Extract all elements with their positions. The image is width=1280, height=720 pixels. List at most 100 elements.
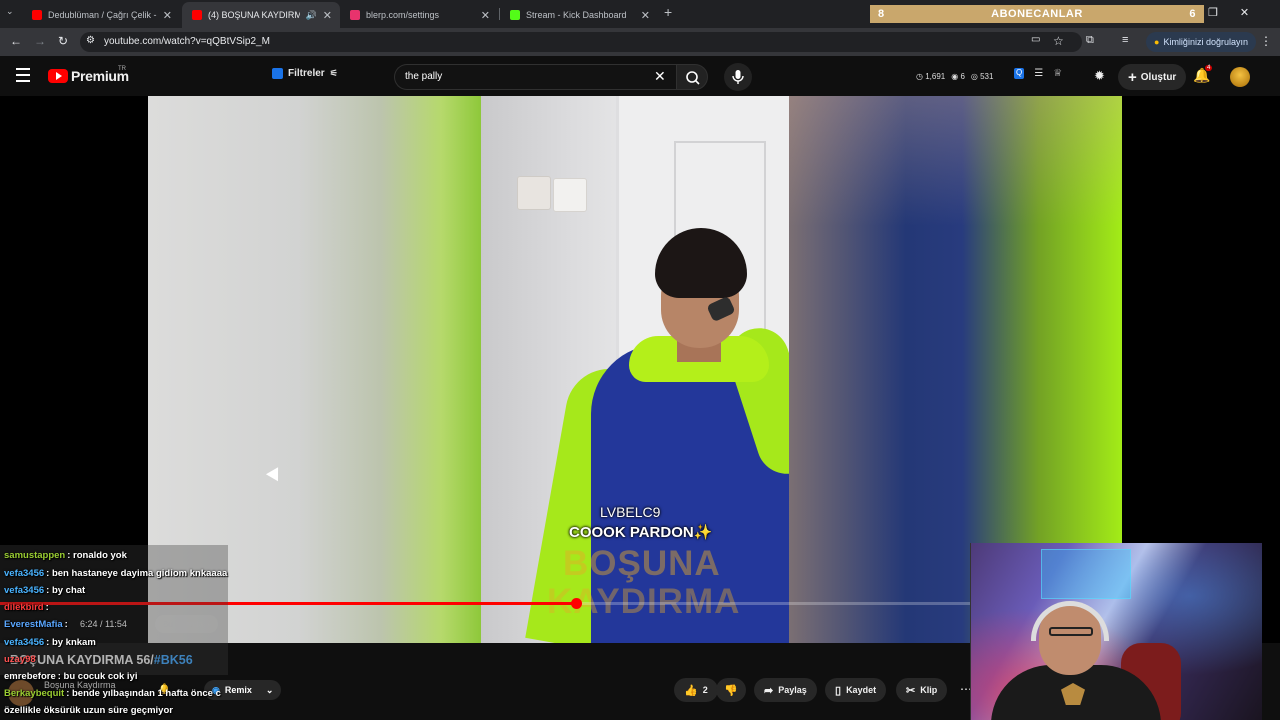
country-code: TR — [118, 66, 126, 72]
share-arrow-icon: ➦ — [764, 684, 774, 697]
identity-label: Kimliğinizi doğrulayın — [1163, 37, 1248, 47]
voice-search-button[interactable] — [724, 63, 752, 91]
forward-arrow-icon[interactable]: → — [34, 34, 46, 48]
video-watermark-line-1: BOŞUNA — [563, 544, 721, 583]
clear-search-icon[interactable]: ✕ — [654, 68, 666, 85]
sliders-icon: ⚟ — [329, 68, 338, 78]
studio-gear-icon[interactable]: ✹ — [1094, 68, 1105, 84]
video-caption-line-1: LVBELC9 — [600, 504, 661, 520]
browser-tab-active[interactable]: (4) BOŞUNA KAYDIRMA 56 🔊 ✕ — [182, 2, 340, 28]
extension-icon — [272, 68, 283, 79]
chat-message: özellikle öksürük uzun süre geçmiyor — [4, 705, 173, 716]
chat-text: : — [64, 619, 68, 630]
bookmark-star-icon[interactable]: ☆ — [1053, 34, 1064, 48]
close-window-icon[interactable]: ✕ — [1240, 6, 1249, 19]
browser-tab[interactable]: Dedublüman / Çağrı Çelik - Ga ✕ — [22, 2, 180, 28]
save-button[interactable]: ▯ Kaydet — [825, 678, 887, 702]
chat-username: Berkaybequit — [4, 688, 65, 699]
chat-message: vefa3456: by chat — [4, 585, 85, 596]
extension-q-icon[interactable]: Q — [1014, 68, 1025, 79]
create-button[interactable]: + Oluştur — [1118, 64, 1187, 90]
search-query[interactable]: the pally — [405, 71, 442, 82]
tab-close-icon[interactable]: ✕ — [323, 9, 332, 22]
tab-close-icon[interactable]: ✕ — [481, 9, 490, 22]
media-controls-icon[interactable]: ≡ — [1122, 34, 1128, 46]
goal-current-value: 8 — [878, 8, 885, 20]
account-avatar[interactable] — [1230, 67, 1250, 87]
chat-text: : ben hastaneye dayima gidiom knkaaaa — [46, 568, 228, 579]
award-icon[interactable]: ♕ — [1053, 68, 1062, 79]
reload-icon[interactable]: ↻ — [58, 34, 68, 48]
chat-text: : by knkam — [46, 637, 96, 648]
stat-value: 6 — [960, 72, 965, 81]
site-info-icon[interactable]: ⚙ — [86, 35, 95, 46]
stat-value: 531 — [980, 72, 994, 81]
tab-title: (4) BOŞUNA KAYDIRMA 56 — [208, 10, 300, 20]
chat-username: vefa3456 — [4, 585, 45, 596]
cast-icon[interactable]: ▭ — [1031, 34, 1040, 45]
chat-username: EverestMafia — [4, 619, 63, 630]
chat-message: vefa3456: ben hastaneye dayima gidiom kn… — [4, 568, 227, 579]
tab-close-icon[interactable]: ✕ — [163, 9, 172, 22]
wall-socket — [517, 176, 551, 210]
chat-text: özellikle öksürük uzun süre geçmiyor — [4, 705, 173, 716]
tab-title: blerp.com/settings — [366, 10, 440, 20]
chat-text: : — [45, 602, 49, 613]
youtube-premium-logo[interactable]: Premium — [48, 68, 129, 84]
search-button[interactable] — [676, 64, 708, 90]
share-button[interactable]: ➦ Paylaş — [754, 678, 817, 702]
chat-text: : ronaldo yok — [67, 550, 127, 561]
browser-menu-icon[interactable]: ⋮ — [1260, 34, 1272, 48]
chat-message: dilekbird: — [4, 602, 49, 613]
window-controls: ❐ ✕ — [1208, 6, 1249, 19]
chat-text: : by chat — [46, 585, 86, 596]
search-icon — [686, 71, 700, 85]
chevron-down-icon: ⌄ — [265, 684, 274, 695]
share-label: Paylaş — [778, 685, 807, 695]
create-label: Oluştur — [1140, 71, 1177, 83]
back-arrow-icon[interactable]: ← — [10, 34, 22, 48]
chat-message: uzay98 — [4, 654, 38, 665]
verify-identity-chip[interactable]: ● Kimliğinizi doğrulayın — [1146, 32, 1256, 52]
chat-message: emrebefore: bu cocuk cok iyi — [4, 671, 137, 682]
clip-button[interactable]: ✂ Klip — [896, 678, 948, 702]
chat-username: uzay98 — [4, 654, 36, 665]
filters-label: Filtreler — [288, 68, 325, 79]
new-tab-plus-icon[interactable]: + — [664, 4, 672, 20]
chat-message: samustappen: ronaldo yok — [4, 550, 127, 561]
chat-message: vefa3456: by knkam — [4, 637, 96, 648]
tab-title: Dedublüman / Çağrı Çelik - Ga — [48, 10, 157, 20]
queue-icon[interactable]: ☰ — [1034, 68, 1043, 79]
streamer-webcam — [970, 543, 1262, 720]
browser-tab-strip: ⌄ Dedublüman / Çağrı Çelik - Ga ✕ (4) BO… — [0, 0, 1280, 28]
tab-title: Stream - Kick Dashboard — [526, 10, 627, 20]
save-label: Kaydet — [846, 685, 877, 695]
dislike-button[interactable]: 👎 — [716, 678, 746, 702]
tab-close-icon[interactable]: ✕ — [641, 9, 650, 22]
browser-tab[interactable]: blerp.com/settings ✕ — [340, 2, 498, 28]
tab-search-chevron-icon[interactable]: ⌄ — [6, 6, 14, 17]
subscriber-goal-overlay: 8 ABONECANLAR 6 — [870, 5, 1204, 23]
chat-message: EverestMafia: — [4, 619, 68, 630]
chat-username: samustappen — [4, 550, 66, 561]
google-account-icon: ● — [1154, 37, 1160, 47]
youtube-favicon-icon — [192, 10, 202, 20]
stat-value: 1,691 — [925, 72, 946, 81]
extensions-icon[interactable]: ⧉ — [1086, 34, 1094, 47]
microphone-icon — [732, 70, 744, 84]
chat-text: : bu cocuk cok iyi — [57, 671, 138, 682]
scissors-icon: ✂ — [906, 684, 916, 697]
filters-button[interactable]: Filtreler ⚟ — [272, 68, 338, 79]
youtube-play-icon — [48, 69, 68, 83]
url-text[interactable]: youtube.com/watch?v=qQBtVSip2_M — [104, 36, 270, 47]
browser-tab[interactable]: Stream - Kick Dashboard ✕ — [500, 2, 658, 28]
hamburger-menu-icon[interactable] — [16, 68, 30, 86]
clip-label: Klip — [920, 685, 938, 695]
like-button[interactable]: 👍 2 — [674, 678, 718, 702]
video-caption-line-2: COOOK PARDON✨ — [569, 524, 713, 541]
bookmark-icon: ▯ — [835, 684, 842, 697]
thumbs-down-icon: 👎 — [724, 684, 738, 697]
tab-audio-icon[interactable]: 🔊 — [306, 10, 317, 21]
stat-views-value: ◎ 531 — [970, 72, 994, 81]
restore-window-icon[interactable]: ❐ — [1208, 6, 1218, 19]
